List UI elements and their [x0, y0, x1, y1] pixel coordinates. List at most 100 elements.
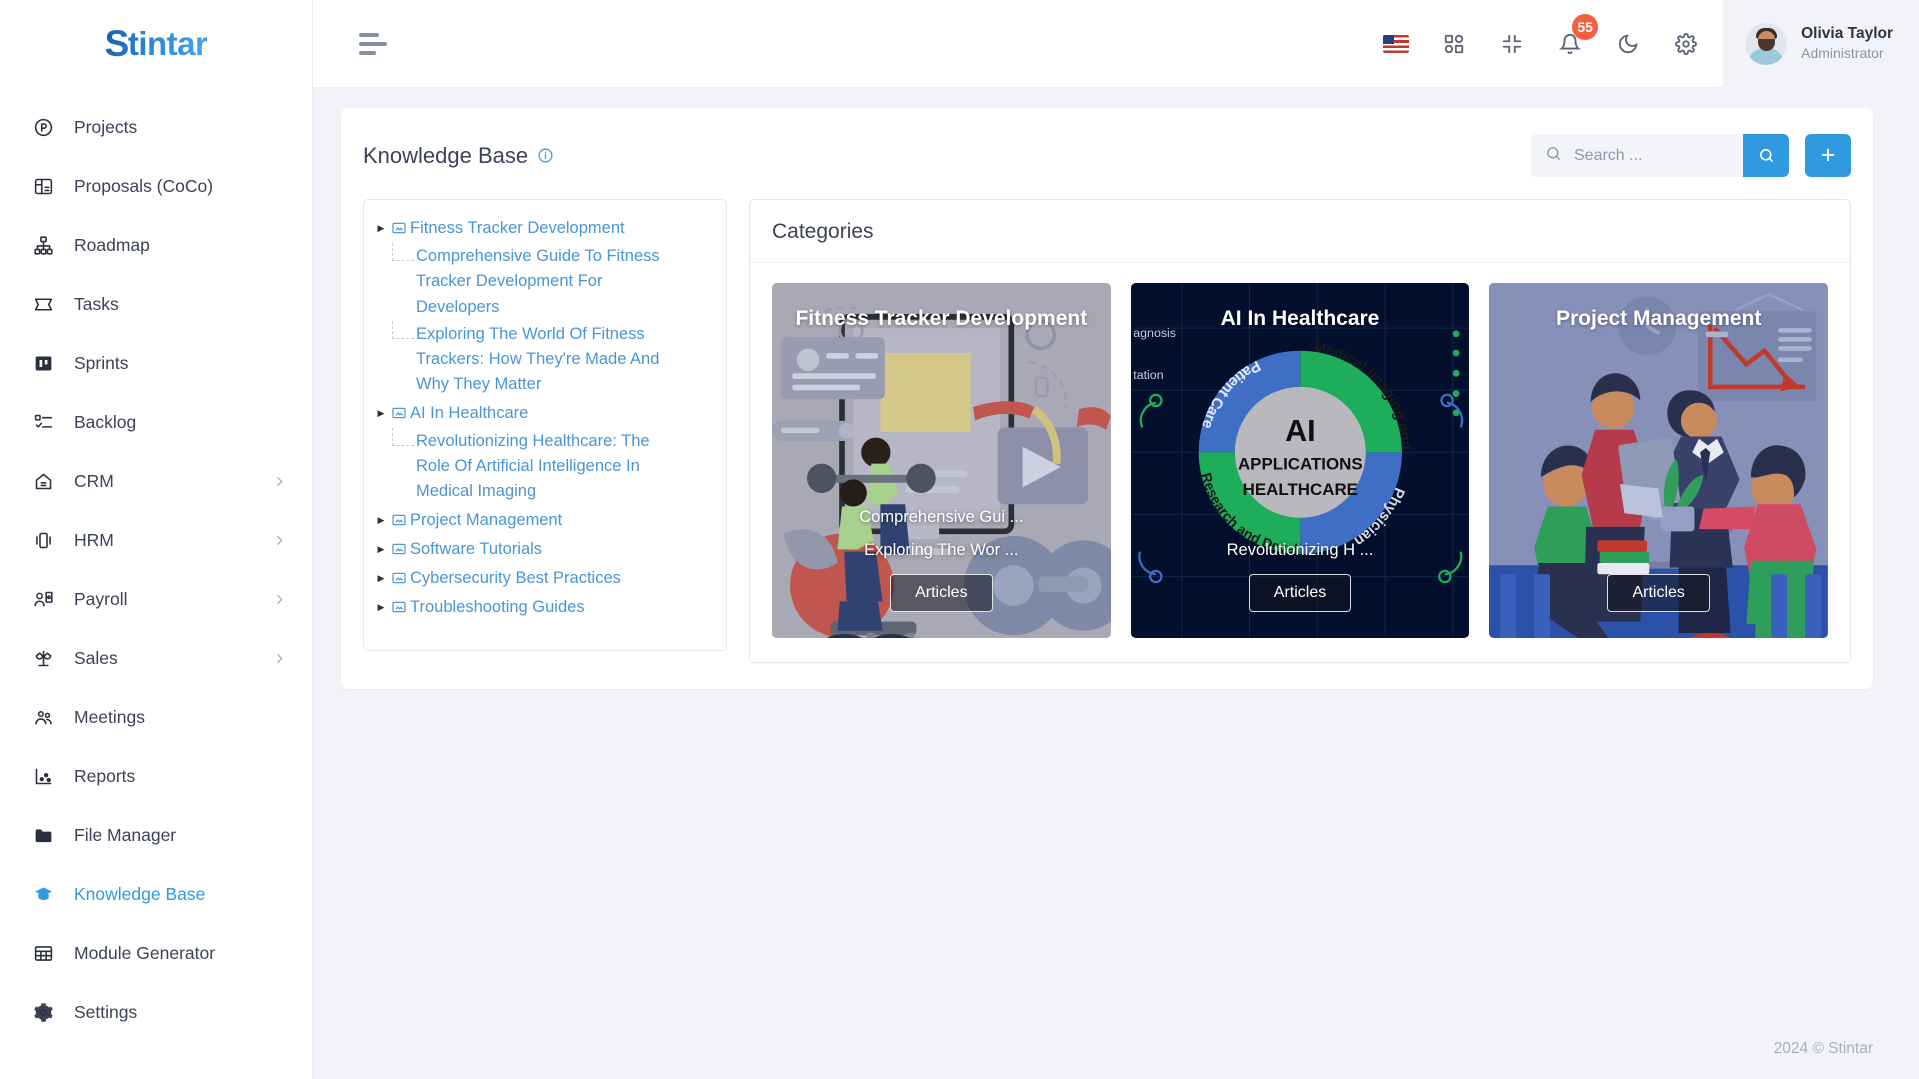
logo-mark: S — [104, 23, 129, 64]
sidebar-item-settings[interactable]: Settings — [0, 983, 312, 1042]
moon-icon[interactable] — [1599, 0, 1657, 88]
us-flag-icon[interactable] — [1367, 0, 1425, 88]
category-card[interactable]: agnosis tation Patient Care Medical Imag… — [1130, 283, 1470, 638]
tree-node-label[interactable]: Fitness Tracker Development — [410, 216, 625, 241]
sidebar-item-label: CRM — [74, 471, 114, 491]
sidebar-item-label: Reports — [74, 766, 136, 786]
sidebar-item-reports[interactable]: Reports — [0, 747, 312, 806]
articles-button[interactable]: Articles — [890, 574, 993, 612]
apps-grid-icon[interactable] — [1425, 0, 1483, 88]
tree-node[interactable]: ▶ AI In Healthcare — [374, 399, 712, 428]
topbar-actions: 55 Olivia Taylor Administrator — [1367, 0, 1919, 88]
footer-text: 2024 © Stintar — [1773, 1040, 1873, 1057]
page-title: Knowledge Base — [363, 143, 554, 169]
gear-icon[interactable] — [1657, 0, 1715, 88]
tree-node-label[interactable]: Troubleshooting Guides — [410, 595, 585, 620]
chevron-right-icon[interactable] — [273, 534, 286, 547]
footer: 2024 © Stintar — [313, 1019, 1919, 1079]
sidebar-item-tasks[interactable]: Tasks — [0, 275, 312, 334]
tree-child[interactable]: Exploring The World Of Fitness Trackers:… — [374, 320, 712, 399]
article-image-icon — [388, 595, 410, 615]
tree-connector — [390, 243, 416, 270]
projects-icon — [30, 115, 56, 141]
tree-node-label[interactable]: Cybersecurity Best Practices — [410, 566, 621, 591]
tree-child-label[interactable]: Revolutionizing Healthcare: The Role Of … — [416, 429, 672, 505]
sidebar: Stintar Projects Proposals (CoCo) Roadma… — [0, 0, 313, 1079]
sidebar-item-projects[interactable]: Projects — [0, 98, 312, 157]
tree-node[interactable]: ▶ Troubleshooting Guides — [374, 593, 712, 622]
sidebar-item-backlog[interactable]: Backlog — [0, 393, 312, 452]
sidebar-item-label: File Manager — [74, 825, 177, 845]
category-card[interactable]: Project Management Articles — [1489, 283, 1829, 638]
hamburger-icon[interactable] — [359, 32, 389, 55]
category-card-overlay: Comprehensive Gui ... Exploring The Wor .… — [772, 508, 1111, 612]
tree-node[interactable]: ▶ Cybersecurity Best Practices — [374, 564, 712, 593]
tree-child[interactable]: Revolutionizing Healthcare: The Role Of … — [374, 427, 712, 506]
tree-node-label[interactable]: Software Tutorials — [410, 537, 542, 562]
sidebar-item-sales[interactable]: Sales — [0, 629, 312, 688]
tree-expand-icon[interactable]: ▶ — [374, 508, 388, 526]
tree-child-label[interactable]: Exploring The World Of Fitness Trackers:… — [416, 322, 672, 398]
sidebar-item-payroll[interactable]: Payroll — [0, 570, 312, 629]
user-role: Administrator — [1801, 45, 1884, 62]
search-box[interactable] — [1531, 134, 1743, 177]
articles-button[interactable]: Articles — [1607, 574, 1710, 612]
add-button[interactable]: + — [1805, 134, 1851, 177]
chevron-right-icon[interactable] — [273, 475, 286, 488]
proposals-icon — [30, 174, 56, 200]
main-area: 55 Olivia Taylor Administrator Knowledge… — [313, 0, 1919, 1079]
sidebar-item-roadmap[interactable]: Roadmap — [0, 216, 312, 275]
hrm-icon — [30, 528, 56, 554]
user-profile[interactable]: Olivia Taylor Administrator — [1723, 0, 1919, 88]
article-image-icon — [388, 508, 410, 528]
module-generator-icon — [30, 941, 56, 967]
tasks-icon — [30, 292, 56, 318]
backlog-icon — [30, 410, 56, 436]
search-icon — [1545, 145, 1562, 167]
tree-expand-icon[interactable]: ▶ — [374, 216, 388, 234]
sidebar-item-proposals-coco[interactable]: Proposals (CoCo) — [0, 157, 312, 216]
chevron-right-icon[interactable] — [273, 593, 286, 606]
category-article-link[interactable]: Comprehensive Gui ... — [859, 508, 1023, 527]
sidebar-item-knowledge-base[interactable]: Knowledge Base — [0, 865, 312, 924]
info-circle-icon[interactable] — [537, 147, 554, 164]
tree-node-label[interactable]: AI In Healthcare — [410, 401, 528, 426]
article-image-icon — [388, 537, 410, 557]
tree-node[interactable]: ▶ Fitness Tracker Development — [374, 214, 712, 243]
sidebar-item-module-generator[interactable]: Module Generator — [0, 924, 312, 983]
svg-text:HEALTHCARE: HEALTHCARE — [1242, 480, 1357, 499]
svg-text:AI: AI — [1285, 414, 1315, 448]
tree-node[interactable]: ▶ Software Tutorials — [374, 535, 712, 564]
file-manager-icon — [30, 823, 56, 849]
search-button[interactable] — [1743, 134, 1789, 177]
sidebar-item-sprints[interactable]: Sprints — [0, 334, 312, 393]
category-card-title: AI In Healthcare — [1220, 307, 1380, 330]
tree-expand-icon[interactable]: ▶ — [374, 566, 388, 584]
brand-logo[interactable]: Stintar — [0, 0, 312, 88]
search-input[interactable] — [1574, 146, 1729, 165]
chevron-right-icon[interactable] — [273, 652, 286, 665]
tree-expand-icon[interactable]: ▶ — [374, 537, 388, 555]
articles-button[interactable]: Articles — [1248, 574, 1352, 612]
tree-child-label[interactable]: Comprehensive Guide To Fitness Tracker D… — [416, 244, 672, 320]
sidebar-item-crm[interactable]: CRM — [0, 452, 312, 511]
sidebar-item-file-manager[interactable]: File Manager — [0, 806, 312, 865]
sidebar-item-label: Payroll — [74, 589, 128, 609]
sidebar-item-meetings[interactable]: Meetings — [0, 688, 312, 747]
category-card[interactable]: Fitness Tracker Development Comprehensiv… — [772, 283, 1111, 638]
category-cards: Fitness Tracker Development Comprehensiv… — [750, 263, 1850, 662]
sidebar-nav: Projects Proposals (CoCo) Roadmap Tasks … — [0, 88, 312, 1079]
tree-node-label[interactable]: Project Management — [410, 508, 562, 533]
tree-child[interactable]: Comprehensive Guide To Fitness Tracker D… — [374, 243, 712, 321]
tree-node[interactable]: ▶ Project Management — [374, 506, 712, 535]
category-article-link[interactable]: Revolutionizing H ... — [1227, 541, 1374, 560]
panel-body: ▶ Fitness Tracker Development Comprehens… — [363, 199, 1851, 663]
tree-expand-icon[interactable]: ▶ — [374, 401, 388, 419]
avatar — [1745, 22, 1788, 65]
category-article-link[interactable]: Exploring The Wor ... — [864, 541, 1018, 560]
sidebar-item-hrm[interactable]: HRM — [0, 511, 312, 570]
tree-expand-icon[interactable]: ▶ — [374, 595, 388, 613]
bell-icon[interactable]: 55 — [1541, 0, 1599, 88]
collapse-screen-icon[interactable] — [1483, 0, 1541, 88]
tree-connector — [390, 320, 416, 348]
